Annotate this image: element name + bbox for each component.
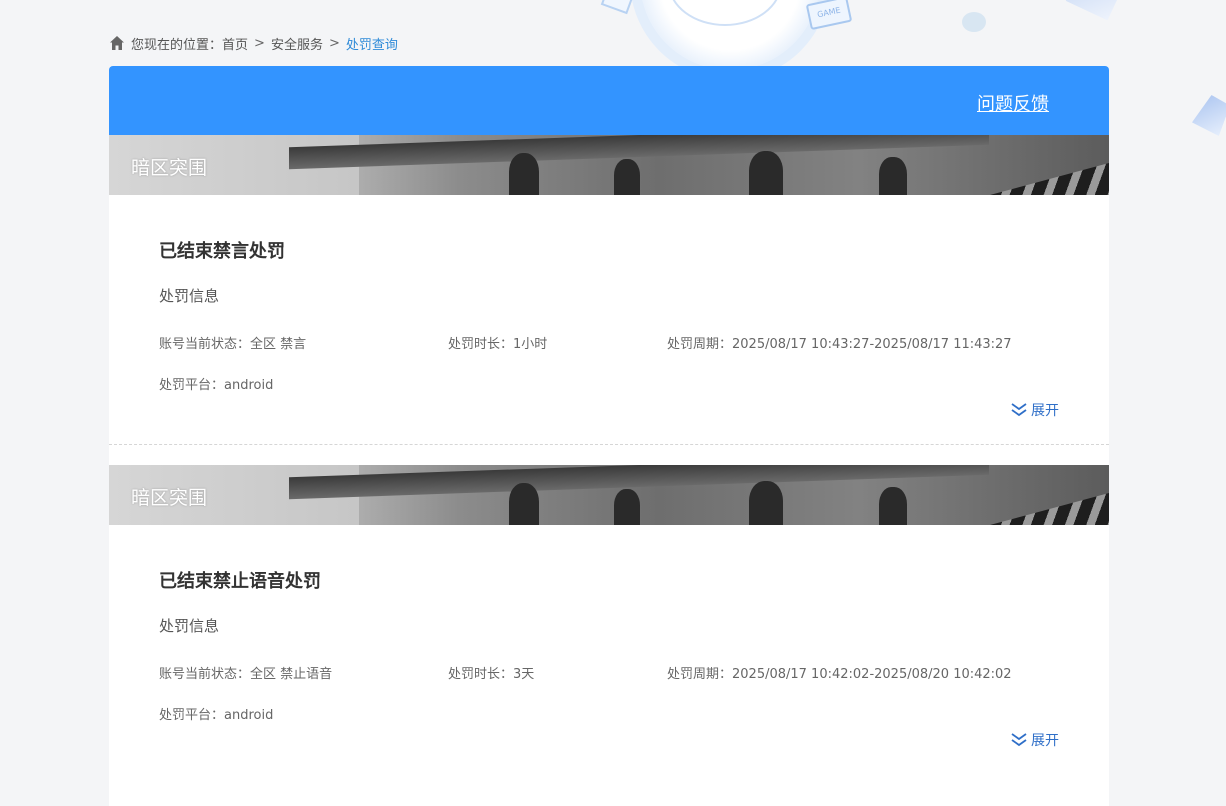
expand-label: 展开 bbox=[1031, 403, 1059, 419]
decorative-gem bbox=[1065, 0, 1121, 21]
breadcrumb-current: 处罚查询 bbox=[345, 37, 398, 53]
penalty-panel: 问题反馈 暗区突围 已结束禁言处罚 处罚信息 账号当前状态：全区 禁言 处罚时长… bbox=[109, 66, 1109, 806]
decorative-dot bbox=[962, 12, 986, 32]
account-status: 账号当前状态：全区 禁止语音 bbox=[159, 667, 333, 682]
game-name: 暗区突围 bbox=[131, 487, 208, 509]
game-banner: 暗区突围 bbox=[109, 465, 1109, 525]
penalty-platform: 处罚平台：android bbox=[159, 708, 274, 723]
penalty-period: 处罚周期：2025/08/17 10:43:27-2025/08/17 11:4… bbox=[667, 337, 1012, 352]
account-status: 账号当前状态：全区 禁言 bbox=[159, 337, 307, 352]
double-chevron-down-icon bbox=[1011, 733, 1027, 747]
breadcrumb-separator: > bbox=[328, 35, 340, 51]
penalty-period: 处罚周期：2025/08/17 10:42:02-2025/08/20 10:4… bbox=[667, 667, 1012, 682]
penalty-duration: 处罚时长：1小时 bbox=[448, 337, 548, 352]
expand-button[interactable]: 展开 bbox=[1011, 400, 1059, 420]
expand-button[interactable]: 展开 bbox=[1011, 730, 1059, 750]
game-name: 暗区突围 bbox=[131, 157, 208, 179]
decorative-game-badge: GAME bbox=[805, 0, 853, 31]
record-divider bbox=[109, 444, 1109, 445]
decorative-gem bbox=[1191, 92, 1226, 136]
feedback-link[interactable]: 问题反馈 bbox=[977, 90, 1049, 116]
panel-header: 问题反馈 bbox=[109, 66, 1109, 135]
expand-label: 展开 bbox=[1031, 733, 1059, 749]
penalty-record: 暗区突围 已结束禁止语音处罚 处罚信息 账号当前状态：全区 禁止语音 处罚时长：… bbox=[109, 465, 1109, 755]
game-banner: 暗区突围 bbox=[109, 135, 1109, 195]
penalty-record: 暗区突围 已结束禁言处罚 处罚信息 账号当前状态：全区 禁言 处罚时长：1小时 … bbox=[109, 135, 1109, 445]
breadcrumb-item-home[interactable]: 首页 bbox=[222, 34, 248, 53]
section-label: 处罚信息 bbox=[159, 617, 220, 635]
breadcrumb-item-security[interactable]: 安全服务 bbox=[271, 34, 323, 53]
decorative-ring bbox=[668, 0, 782, 26]
penalty-duration: 处罚时长：3天 bbox=[448, 667, 535, 682]
home-icon bbox=[109, 35, 125, 51]
penalty-platform: 处罚平台：android bbox=[159, 378, 274, 393]
double-chevron-down-icon bbox=[1011, 403, 1027, 417]
breadcrumb: 您现在的位置： 首页 > 安全服务 > 处罚查询 bbox=[109, 34, 398, 53]
breadcrumb-separator: > bbox=[254, 35, 265, 51]
section-label: 处罚信息 bbox=[159, 287, 220, 305]
record-title: 已结束禁言处罚 bbox=[159, 241, 285, 262]
breadcrumb-prefix: 您现在的位置： bbox=[131, 37, 223, 53]
record-title: 已结束禁止语音处罚 bbox=[159, 571, 321, 592]
decorative-card bbox=[600, 0, 634, 15]
